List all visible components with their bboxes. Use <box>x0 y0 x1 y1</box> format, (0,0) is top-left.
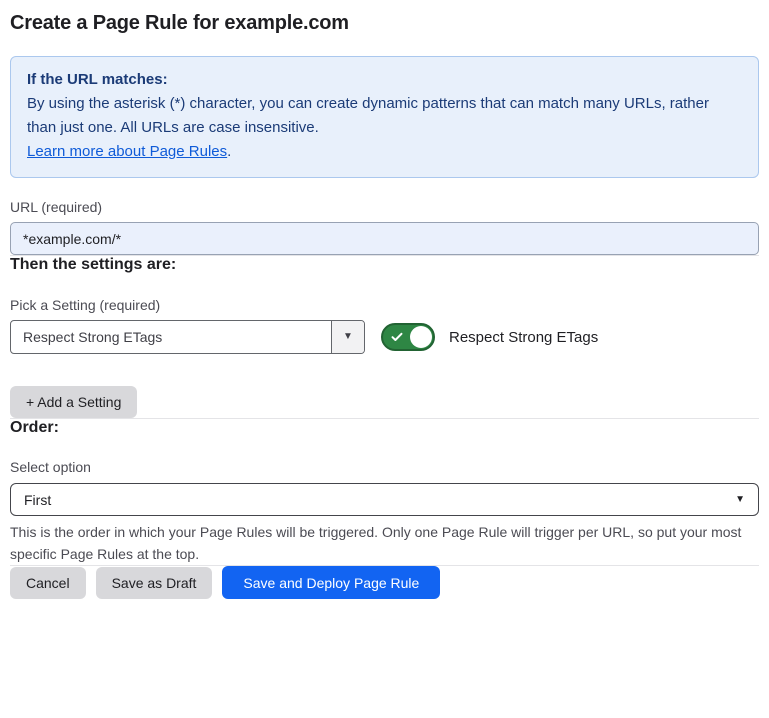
pick-setting-label: Pick a Setting (required) <box>10 297 759 313</box>
url-label: URL (required) <box>10 199 759 215</box>
setting-toggle[interactable] <box>381 323 435 351</box>
check-icon <box>391 331 403 343</box>
url-input[interactable] <box>10 222 759 255</box>
select-option-label: Select option <box>10 459 759 475</box>
learn-more-suffix: . <box>227 143 231 160</box>
setting-dropdown-value: Respect Strong ETags <box>11 321 331 353</box>
select-chevron-down-icon: ▼ <box>735 495 745 505</box>
order-heading: Order: <box>10 419 759 437</box>
info-box-link-line: Learn more about Page Rules. <box>27 140 742 164</box>
order-select-value: First <box>24 492 735 508</box>
url-match-info-box: If the URL matches: By using the asteris… <box>10 56 759 178</box>
setting-row: Respect Strong ETags ▼ Respect Strong ET… <box>10 320 759 354</box>
toggle-knob <box>410 326 432 348</box>
order-help-text: This is the order in which your Page Rul… <box>10 521 759 565</box>
cancel-button[interactable]: Cancel <box>10 567 86 599</box>
learn-more-link[interactable]: Learn more about Page Rules <box>27 143 227 160</box>
toggle-label: Respect Strong ETags <box>449 329 598 346</box>
setting-dropdown[interactable]: Respect Strong ETags ▼ <box>10 320 365 354</box>
chevron-down-icon: ▼ <box>343 332 353 342</box>
page-title: Create a Page Rule for example.com <box>10 12 759 35</box>
save-deploy-button[interactable]: Save and Deploy Page Rule <box>222 566 440 599</box>
order-select[interactable]: First ▼ <box>10 483 759 516</box>
info-box-body: By using the asterisk (*) character, you… <box>27 92 742 140</box>
footer-actions: Cancel Save as Draft Save and Deploy Pag… <box>10 566 759 599</box>
setting-dropdown-arrow-button[interactable]: ▼ <box>331 321 364 353</box>
settings-heading: Then the settings are: <box>10 256 759 274</box>
add-setting-button[interactable]: + Add a Setting <box>10 386 137 418</box>
create-page-rule-form: Create a Page Rule for example.com If th… <box>0 0 769 599</box>
info-box-heading: If the URL matches: <box>27 68 742 92</box>
save-draft-button[interactable]: Save as Draft <box>96 567 213 599</box>
